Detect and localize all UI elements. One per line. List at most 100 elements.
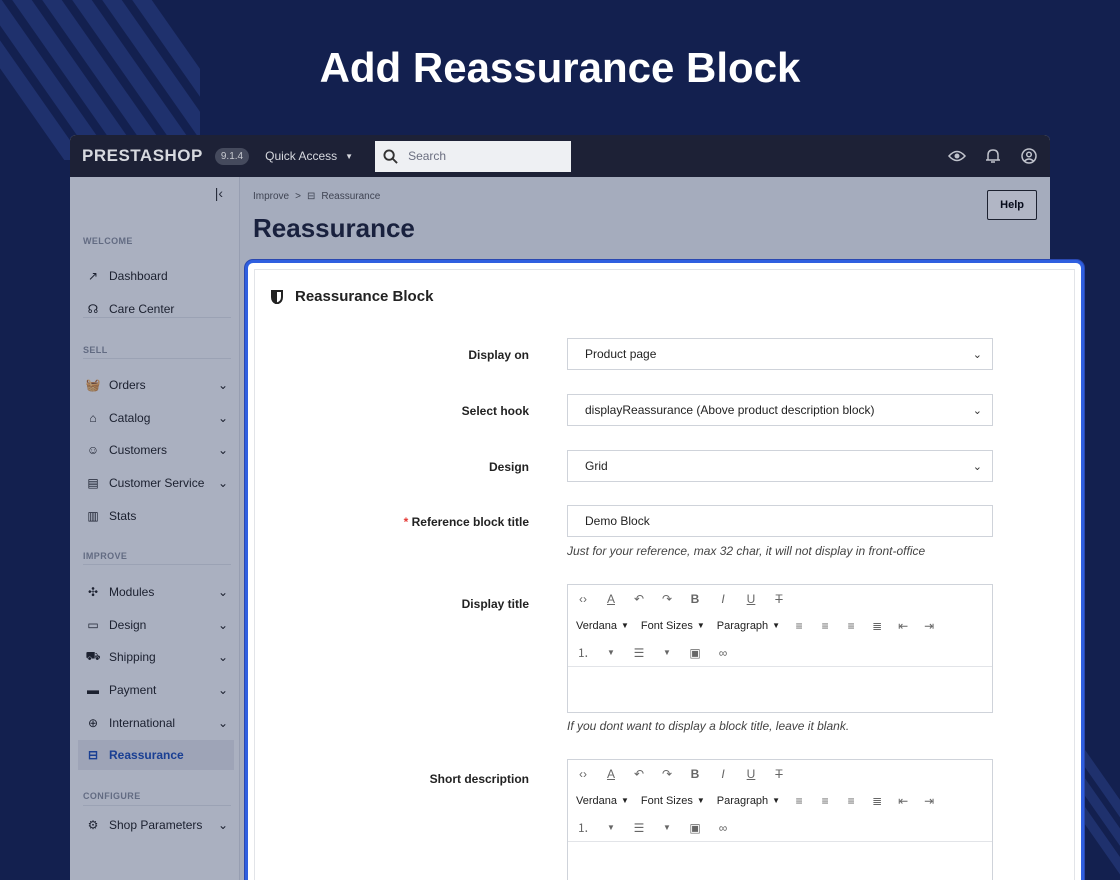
trending-up-icon: ↗ (87, 269, 99, 283)
display-title-label: Display title (461, 597, 529, 611)
breadcrumb-reassurance[interactable]: Reassurance (321, 191, 380, 202)
paragraph-select[interactable]: Paragraph ▼ (717, 620, 780, 632)
divider (83, 317, 231, 318)
sidebar-item-modules[interactable]: ✣ Modules ⌄ (78, 577, 234, 607)
sidebar-item-stats[interactable]: ▥ Stats (78, 501, 234, 531)
font-family-select[interactable]: Verdana ▼ (576, 620, 629, 632)
bullet-list-icon[interactable]: ☰ (632, 821, 646, 835)
bell-icon[interactable] (984, 147, 1002, 165)
paragraph-select[interactable]: Paragraph ▼ (717, 795, 780, 807)
italic-icon[interactable]: I (716, 592, 730, 606)
account-icon[interactable] (1020, 147, 1038, 165)
align-center-icon[interactable]: ≡ (818, 794, 832, 808)
caret-down-icon: ▼ (620, 796, 629, 805)
topbar: PRESTASHOP 9.1.4 Quick Access ▼ Search (70, 135, 1050, 177)
sidebar-item-dashboard[interactable]: ↗ Dashboard (78, 261, 234, 291)
sidebar-item-orders[interactable]: 🧺 Orders ⌄ (78, 370, 234, 400)
hook-select[interactable]: displayReassurance (Above product descri… (567, 394, 993, 426)
align-right-icon[interactable]: ≡ (844, 619, 858, 633)
help-button[interactable]: Help (987, 190, 1037, 220)
quick-access-button[interactable]: Quick Access ▼ (265, 149, 353, 163)
redo-icon[interactable]: ↷ (660, 592, 674, 606)
outdent-icon[interactable]: ⇤ (896, 794, 910, 808)
code-icon[interactable]: ‹› (576, 767, 590, 781)
chevron-down-icon: ⌄ (972, 348, 982, 361)
sidebar-item-shipping[interactable]: ⛟ Shipping ⌄ (78, 642, 234, 672)
short-description-text-area[interactable] (568, 841, 992, 880)
design-label: Design (488, 460, 529, 474)
strikethrough-icon[interactable]: T (772, 592, 786, 606)
sidebar-item-catalog[interactable]: ⌂ Catalog ⌄ (78, 403, 234, 433)
hero-title: Add Reassurance Block (319, 44, 801, 91)
underline-icon[interactable]: U (744, 592, 758, 606)
sidebar-item-payment[interactable]: ▬ Payment ⌄ (78, 675, 234, 705)
image-icon[interactable]: ▣ (688, 821, 702, 835)
ordered-list-icon[interactable]: ⒈ (576, 819, 590, 836)
eye-icon[interactable] (948, 147, 966, 165)
outdent-icon[interactable]: ⇤ (896, 619, 910, 633)
bold-icon[interactable]: B (688, 767, 702, 781)
indent-icon[interactable]: ⇥ (922, 619, 936, 633)
sidebar-item-label: Modules (109, 585, 155, 599)
redo-icon[interactable]: ↷ (660, 767, 674, 781)
sidebar-item-international[interactable]: ⊕ International ⌄ (78, 708, 234, 738)
section-sell: SELL (83, 345, 108, 355)
caret-down-icon[interactable]: ▼ (660, 648, 674, 657)
collapse-sidebar-icon[interactable]: |‹ (215, 185, 223, 201)
text-color-icon[interactable]: A (604, 592, 618, 606)
reference-title-input[interactable]: Demo Block (567, 505, 993, 537)
divider (83, 358, 231, 359)
display-title-editor[interactable]: ‹› A ↶ ↷ B I U T Verdana ▼ Font Sizes ▼ Pa… (567, 584, 993, 713)
text-color-icon[interactable]: A (604, 767, 618, 781)
align-justify-icon[interactable]: ≣ (870, 619, 884, 633)
breadcrumb-improve[interactable]: Improve (253, 191, 289, 202)
bold-icon[interactable]: B (688, 592, 702, 606)
link-icon[interactable]: ∞ (716, 821, 730, 835)
italic-icon[interactable]: I (716, 767, 730, 781)
table-icon: ⊟ (87, 748, 99, 762)
paragraph-value: Paragraph (716, 619, 769, 632)
chevron-down-icon: ⌄ (217, 476, 228, 490)
sidebar-item-label: Customer Service (109, 476, 205, 490)
caret-down-icon[interactable]: ▼ (660, 823, 674, 832)
align-left-icon[interactable]: ≡ (792, 619, 806, 633)
align-right-icon[interactable]: ≡ (844, 794, 858, 808)
font-size-select[interactable]: Font Sizes ▼ (641, 620, 705, 632)
sidebar-item-shop-parameters[interactable]: ⚙ Shop Parameters ⌄ (78, 815, 234, 835)
short-description-editor[interactable]: ‹› A ↶ ↷ B I U T Verdana ▼ Font Sizes ▼ Pa… (567, 759, 993, 880)
undo-icon[interactable]: ↶ (632, 767, 646, 781)
sidebar-item-care-center[interactable]: ☊ Care Center (78, 294, 234, 324)
ordered-list-icon[interactable]: ⒈ (576, 644, 590, 661)
sidebar-item-customers[interactable]: ☺ Customers ⌄ (78, 435, 234, 465)
sidebar-item-design[interactable]: ▭ Design ⌄ (78, 610, 234, 640)
display-on-select[interactable]: Product page ⌄ (567, 338, 993, 370)
image-icon[interactable]: ▣ (688, 646, 702, 660)
font-size-select[interactable]: Font Sizes ▼ (641, 795, 705, 807)
align-center-icon[interactable]: ≡ (818, 619, 832, 633)
caret-down-icon[interactable]: ▼ (604, 648, 618, 657)
caret-down-icon: ▼ (345, 151, 354, 161)
code-icon[interactable]: ‹› (576, 592, 590, 606)
bullet-list-icon[interactable]: ☰ (632, 646, 646, 660)
display-on-label: Display on (468, 348, 529, 362)
indent-icon[interactable]: ⇥ (922, 794, 936, 808)
sidebar-item-customer-service[interactable]: ▤ Customer Service ⌄ (78, 468, 234, 498)
underline-icon[interactable]: U (744, 767, 758, 781)
design-select[interactable]: Grid ⌄ (567, 450, 993, 482)
logo[interactable]: PRESTASHOP (82, 146, 203, 166)
search-input[interactable]: Search (375, 140, 572, 172)
align-left-icon[interactable]: ≡ (792, 794, 806, 808)
chevron-down-icon: ⌄ (217, 683, 228, 697)
font-family-select[interactable]: Verdana ▼ (576, 795, 629, 807)
display-title-text-area[interactable] (568, 666, 992, 713)
chevron-down-icon: ⌄ (217, 585, 228, 599)
sidebar-item-label: Orders (109, 378, 146, 392)
align-justify-icon[interactable]: ≣ (870, 794, 884, 808)
undo-icon[interactable]: ↶ (632, 592, 646, 606)
sidebar-item-label: Design (109, 618, 147, 632)
sidebar-item-reassurance[interactable]: ⊟ Reassurance (78, 740, 234, 770)
divider (83, 805, 231, 806)
strikethrough-icon[interactable]: T (772, 767, 786, 781)
caret-down-icon[interactable]: ▼ (604, 823, 618, 832)
link-icon[interactable]: ∞ (716, 646, 730, 660)
